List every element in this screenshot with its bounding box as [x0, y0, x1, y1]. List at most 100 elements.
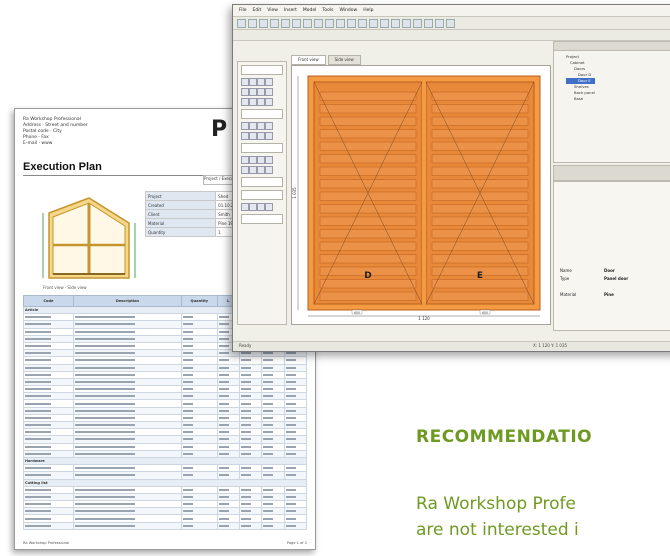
- tool-icon[interactable]: [265, 132, 273, 140]
- table-cell: [181, 356, 218, 365]
- tree-item[interactable]: Base: [566, 96, 595, 102]
- move-icon[interactable]: [369, 18, 378, 28]
- tool-icon[interactable]: [265, 88, 273, 96]
- panel-header: [554, 42, 670, 51]
- new-icon[interactable]: [237, 18, 246, 28]
- table-row: [23, 521, 308, 530]
- table-cell: [181, 327, 218, 336]
- tool-icon[interactable]: [257, 98, 265, 106]
- table-cell: [283, 399, 308, 408]
- tool-icon[interactable]: [241, 166, 249, 174]
- render-icon[interactable]: [446, 18, 455, 28]
- door-slat: [431, 154, 529, 164]
- menu-model[interactable]: Model: [303, 5, 317, 16]
- zoom-in-icon[interactable]: [336, 18, 345, 28]
- table-row: [23, 399, 308, 408]
- print-icon[interactable]: [270, 18, 279, 28]
- table-cell: [261, 420, 285, 430]
- tool-icon[interactable]: [249, 156, 257, 164]
- tool-dropdown[interactable]: [241, 143, 283, 153]
- table-cell: [216, 377, 240, 387]
- tool-icon[interactable]: [249, 132, 257, 140]
- save-icon[interactable]: [259, 18, 268, 28]
- tab-side-view[interactable]: Side view: [327, 55, 361, 65]
- copy-icon[interactable]: [314, 18, 323, 28]
- zoom-out-icon[interactable]: [347, 18, 356, 28]
- status-text: Ready: [239, 343, 252, 348]
- tool-icon[interactable]: [249, 166, 257, 174]
- cut-icon[interactable]: [303, 18, 312, 28]
- door-slat: [319, 291, 417, 301]
- property-value[interactable]: Pine: [604, 292, 614, 297]
- tool-dropdown[interactable]: [241, 214, 283, 224]
- tool-icon[interactable]: [257, 132, 265, 140]
- property-value[interactable]: Door: [604, 268, 615, 273]
- select-icon[interactable]: [358, 18, 367, 28]
- tool-icon[interactable]: [265, 156, 273, 164]
- measure-icon[interactable]: [435, 18, 444, 28]
- paste-icon[interactable]: [325, 18, 334, 28]
- tool-icon[interactable]: [241, 156, 249, 164]
- panel-icon[interactable]: [391, 18, 400, 28]
- menu-insert[interactable]: Insert: [284, 5, 297, 16]
- tool-dropdown[interactable]: [241, 177, 283, 187]
- tool-icon[interactable]: [257, 88, 265, 96]
- table-cell: [238, 420, 263, 430]
- table-cell: [181, 514, 218, 523]
- tool-icon[interactable]: [249, 203, 257, 211]
- tool-icon[interactable]: [241, 78, 249, 86]
- drawing-canvas[interactable]: D E 1 120 600 600 1 035: [291, 65, 551, 325]
- tool-icon[interactable]: [249, 78, 257, 86]
- tool-dropdown[interactable]: [241, 190, 283, 200]
- table-cell: [181, 435, 218, 444]
- footer-left: Ra Workshop Professional: [23, 541, 70, 545]
- menu-edit[interactable]: Edit: [253, 5, 262, 16]
- shelf-icon[interactable]: [424, 18, 433, 28]
- door-slat: [319, 154, 417, 164]
- tool-icon[interactable]: [241, 98, 249, 106]
- tool-icon[interactable]: [249, 122, 257, 130]
- door-slat: [319, 104, 417, 114]
- menu-view[interactable]: View: [267, 5, 278, 16]
- tool-icon[interactable]: [265, 166, 273, 174]
- project-tree-panel: Project Cabinet Doors Door D Door E Shel…: [553, 41, 670, 163]
- property-value[interactable]: Panel door: [604, 276, 628, 281]
- undo-icon[interactable]: [281, 18, 290, 28]
- tool-icon[interactable]: [257, 166, 265, 174]
- table-cell: [181, 500, 218, 509]
- tool-icon[interactable]: [265, 98, 273, 106]
- tool-icon[interactable]: [265, 78, 273, 86]
- tool-icon[interactable]: [257, 156, 265, 164]
- tool-icon[interactable]: [257, 122, 265, 130]
- tool-dropdown[interactable]: [241, 109, 283, 119]
- menu-file[interactable]: File: [239, 5, 247, 16]
- menu-help[interactable]: Help: [363, 5, 373, 16]
- drawer-icon[interactable]: [413, 18, 422, 28]
- tool-icon[interactable]: [241, 88, 249, 96]
- door-icon[interactable]: [402, 18, 411, 28]
- table-cell: [23, 385, 74, 394]
- tool-dropdown[interactable]: [241, 65, 283, 75]
- tab-front-view[interactable]: Front view: [291, 55, 326, 65]
- open-icon[interactable]: [248, 18, 257, 28]
- column-header: Code: [23, 295, 74, 307]
- table-cell: [238, 392, 263, 401]
- tool-icon[interactable]: [249, 98, 257, 106]
- table-cell: [72, 377, 183, 387]
- document-footer: Ra Workshop Professional Page 1 of 2: [23, 541, 307, 545]
- menu-tools[interactable]: Tools: [322, 5, 333, 16]
- redo-icon[interactable]: [292, 18, 301, 28]
- tool-icon[interactable]: [257, 203, 265, 211]
- table-cell: [181, 449, 218, 458]
- tool-icon[interactable]: [265, 203, 273, 211]
- menu-bar: File Edit View Insert Model Tools Window…: [233, 5, 670, 17]
- tool-icon[interactable]: [241, 203, 249, 211]
- tool-icon[interactable]: [241, 132, 249, 140]
- rotate-icon[interactable]: [380, 18, 389, 28]
- properties-panel: Name Door Type Panel door Material Pine: [553, 181, 670, 331]
- tool-icon[interactable]: [265, 122, 273, 130]
- menu-window[interactable]: Window: [339, 5, 357, 16]
- tool-icon[interactable]: [257, 78, 265, 86]
- tool-icon[interactable]: [249, 88, 257, 96]
- tool-icon[interactable]: [241, 122, 249, 130]
